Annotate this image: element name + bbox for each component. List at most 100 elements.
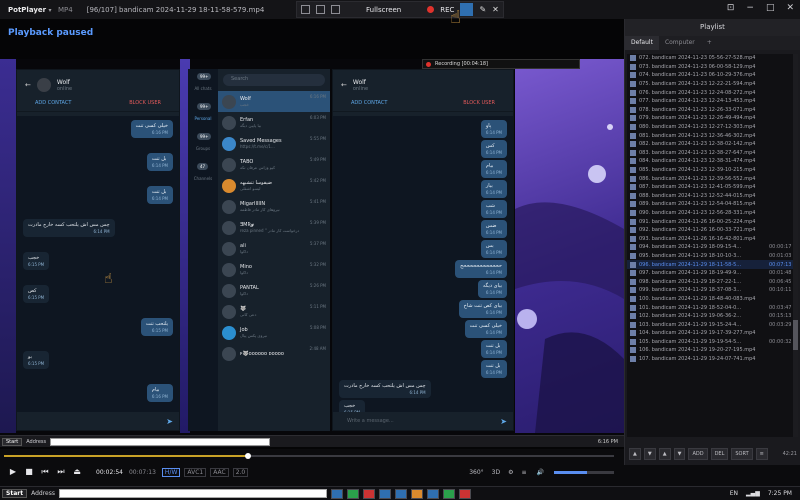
taskbar-app-icon[interactable] [442, 488, 455, 499]
previous-icon[interactable]: ⏮ [40, 467, 50, 477]
playlist-item[interactable]: 096. bandicam 2024-11-29 18-11-58-5... 00… [627, 260, 795, 269]
playlist-item[interactable]: 107. bandicam 2024-11-29 19-24-07-741.mp… [627, 355, 795, 364]
playlist-item[interactable]: 101. bandicam 2024-11-29 18-52-04-0... 00… [627, 303, 795, 312]
playlist-item[interactable]: 081. bandicam 2024-11-23 12-36-46-302.mp… [627, 131, 795, 140]
taskbar-app-icon[interactable] [378, 488, 391, 499]
next-icon[interactable]: ⏭ [56, 467, 66, 477]
playlist-item[interactable]: 090. bandicam 2024-11-23 12-56-28-331.mp… [627, 209, 795, 218]
folder-item[interactable]: 99+ Personal [188, 99, 218, 129]
volume-icon[interactable]: 🔊 [537, 469, 544, 476]
taskbar-app-icon[interactable] [410, 488, 423, 499]
playlist-item[interactable]: 079. bandicam 2024-11-23 12-26-49-494.mp… [627, 114, 795, 123]
seek-track[interactable] [4, 453, 614, 459]
playlist-item[interactable]: 105. bandicam 2024-11-29 19-19-54-5... 00… [627, 338, 795, 347]
playlist-item[interactable]: 076. bandicam 2024-11-23 12-24-08-272.mp… [627, 88, 795, 97]
playlist-item[interactable]: 078. bandicam 2024-11-23 12-26-33-071.mp… [627, 106, 795, 115]
playlist-footer-button[interactable]: SORT [731, 448, 753, 460]
chat-row[interactable]: Mino داکوا 5:32 PM [218, 259, 330, 280]
play-icon[interactable]: ▶ [8, 467, 18, 477]
playlist-footer-button[interactable]: ▼ [673, 448, 686, 460]
volume-slider[interactable] [554, 470, 614, 474]
codec-tag[interactable]: H/W [161, 467, 181, 477]
back-icon[interactable]: ← [25, 81, 31, 89]
playlist-tab[interactable]: + [701, 36, 718, 50]
start-button[interactable]: Start [2, 489, 28, 498]
send-icon[interactable]: ➤ [166, 417, 173, 426]
playlist-list[interactable]: 072. bandicam 2024-11-23 05-56-27-528.mp… [627, 54, 795, 437]
playlist-item[interactable]: 084. bandicam 2024-11-23 12-38-31-474.mp… [627, 157, 795, 166]
camera-icon[interactable] [460, 3, 474, 16]
send-icon[interactable]: ➤ [500, 417, 507, 426]
playlist-item[interactable]: 088. bandicam 2024-11-23 12-52-44-015.mp… [627, 192, 795, 201]
playlist-item[interactable]: 099. bandicam 2024-11-29 18-37-08-3... 00… [627, 286, 795, 295]
chat-row[interactable]: ضیفوسا تنشبهه لیسو اشقلی 5:42 PM [218, 175, 330, 196]
playlist-footer-button[interactable]: DEL [710, 448, 729, 460]
close-icon[interactable]: ✕ [786, 3, 794, 13]
playlist-item[interactable]: 086. bandicam 2024-11-23 12-39-56-552.mp… [627, 174, 795, 183]
chat-row[interactable]: 🐺 دعی کانی 5:11 PM [218, 301, 330, 322]
clock[interactable]: 7:25 PM [768, 490, 792, 497]
playlist-item[interactable]: 087. bandicam 2024-11-23 12-41-05-599.mp… [627, 183, 795, 192]
message-input[interactable] [17, 412, 179, 430]
network-icon[interactable]: ▂▄▆ [746, 490, 760, 497]
playlist-item[interactable]: 102. bandicam 2024-11-29 19-06-36-2... 00… [627, 312, 795, 321]
maximize-icon[interactable]: □ [766, 3, 775, 13]
view-option-button[interactable]: 3D [492, 469, 500, 476]
crop-icon[interactable] [316, 5, 325, 14]
playlist-item[interactable]: 100. bandicam 2024-11-29 18-48-40-083.mp… [627, 295, 795, 304]
view-option-button[interactable]: ⚙ [508, 469, 513, 476]
playlist-item[interactable]: 104. bandicam 2024-11-29 19-17-39-277.mp… [627, 329, 795, 338]
taskbar-app-icon[interactable] [330, 488, 343, 499]
playlist-item[interactable]: 093. bandicam 2024-11-26 16-16-42-801.mp… [627, 234, 795, 243]
taskbar-app-icon[interactable] [458, 488, 471, 499]
playlist-item[interactable]: 094. bandicam 2024-11-29 18-09-15-4... 00… [627, 243, 795, 252]
block-user-button[interactable]: BLOCK USER [129, 100, 161, 111]
pencil-icon[interactable]: ✎ [479, 5, 486, 14]
codec-tag[interactable]: AVC1 [184, 467, 207, 477]
playlist-item[interactable]: 098. bandicam 2024-11-29 18-27-22-1... 00… [627, 277, 795, 286]
playlist-item[interactable]: 077. bandicam 2024-11-23 12-24-13-453.mp… [627, 97, 795, 106]
playlist-footer-button[interactable]: ≡ [755, 448, 768, 460]
language-indicator[interactable]: EN [730, 490, 738, 497]
address-field[interactable] [58, 489, 327, 498]
playlist-item[interactable]: 106. bandicam 2024-11-29 19-20-27-195.mp… [627, 346, 795, 355]
playlist-item[interactable]: 103. bandicam 2024-11-29 19-15-24-4... 00… [627, 320, 795, 329]
playlist-item[interactable]: 083. bandicam 2024-11-23 12-38-27-647.mp… [627, 149, 795, 158]
playlist-item[interactable]: 097. bandicam 2024-11-29 18-19-49-9... 00… [627, 269, 795, 278]
playlist-scrollbar[interactable] [793, 54, 798, 437]
taskbar-app-icon[interactable] [362, 488, 375, 499]
playlist-item[interactable]: 095. bandicam 2024-11-29 18-10-10-3... 00… [627, 252, 795, 261]
playlist-item[interactable]: 074. bandicam 2024-11-23 06-10-29-376.mp… [627, 71, 795, 80]
fullscreen-button[interactable]: Fullscreen [346, 6, 421, 14]
playlist-item[interactable]: 072. bandicam 2024-11-23 05-56-27-528.mp… [627, 54, 795, 63]
playlist-footer-button[interactable]: ADD [688, 448, 708, 460]
expand-icon[interactable] [331, 5, 340, 14]
folder-item[interactable]: 99+ Groups [188, 129, 218, 159]
taskbar-app-icon[interactable] [346, 488, 359, 499]
fit-window-icon[interactable] [301, 5, 310, 14]
chat-row[interactable]: ꜰ🐺ᴏᴏᴏᴏᴏᴏ ᴅᴏᴏᴏᴏ 2:48 AM [218, 343, 330, 364]
scrollbar-thumb[interactable] [793, 320, 798, 350]
minimize-icon[interactable]: − [746, 3, 754, 13]
block-user-button[interactable]: BLOCK USER [463, 100, 495, 111]
playlist-tab[interactable]: Default [625, 36, 659, 50]
playlist-tab[interactable]: Computer [659, 36, 701, 50]
chat-row[interactable]: ali داکوا 5:37 PM [218, 238, 330, 259]
app-menu-button[interactable]: PotPlayer ▾ [0, 6, 52, 14]
chat-row[interactable]: Saved Messages https://t.me/c/1... 5:55 PM [218, 133, 330, 154]
video-area[interactable]: Playback paused ← Wolf online ADD CONTAC… [0, 7, 624, 449]
seek-handle[interactable] [245, 453, 251, 459]
view-option-button[interactable]: 360° [469, 469, 483, 476]
message-input[interactable]: Write a message... [333, 412, 513, 430]
folder-item[interactable]: 99+ All chats [188, 69, 218, 99]
taskbar-app-icon[interactable] [394, 488, 407, 499]
playlist-item[interactable]: 080. bandicam 2024-11-23 12-27-12-303.mp… [627, 123, 795, 132]
playlist-item[interactable]: 073. bandicam 2024-11-23 06-00-58-129.mp… [627, 63, 795, 72]
chat-row[interactable]: Wolf خجب 6:16 PM [218, 91, 330, 112]
folder-item[interactable]: 47 Channels [188, 159, 218, 189]
playlist-item[interactable]: 091. bandicam 2024-11-26 16-00-25-224.mp… [627, 217, 795, 226]
playlist-footer-button[interactable]: ▲ [658, 448, 671, 460]
record-icon[interactable] [427, 6, 435, 13]
seek-bar[interactable] [0, 451, 624, 461]
playlist-footer-button[interactable]: ▼ [643, 448, 656, 460]
